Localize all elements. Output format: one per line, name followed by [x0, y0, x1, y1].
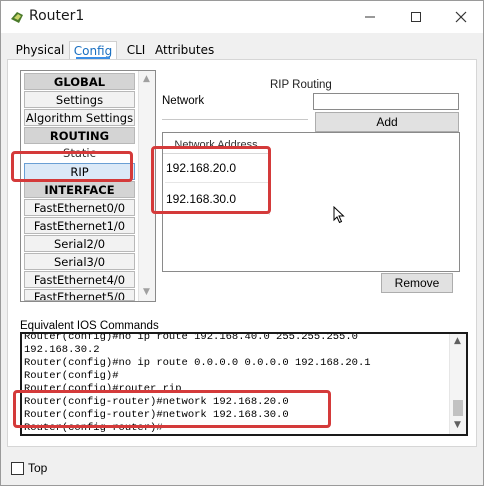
config-nav-list: GLOBAL Settings Algorithm Settings ROUTI… — [20, 70, 156, 302]
ios-commands-label: Equivalent IOS Commands — [20, 320, 159, 332]
mouse-cursor-icon — [333, 206, 345, 224]
network-divider — [162, 119, 308, 120]
scroll-up-icon[interactable]: ▲ — [454, 336, 461, 346]
annotation-highlight-commands — [13, 390, 331, 428]
tab-attributes[interactable]: Attributes — [155, 41, 214, 61]
minimize-icon — [365, 16, 375, 18]
tab-physical[interactable]: Physical — [13, 41, 67, 61]
maximize-icon — [411, 12, 421, 22]
ios-line: Router(config)#no ip route 0.0.0.0 0.0.0… — [24, 357, 371, 369]
config-panel: GLOBAL Settings Algorithm Settings ROUTI… — [7, 59, 477, 447]
scroll-down-icon[interactable]: ▼ — [143, 287, 150, 297]
rip-routing-title: RIP Routing — [270, 79, 332, 91]
nav-item-fastethernet0-0[interactable]: FastEthernet0/0 — [24, 199, 135, 216]
scroll-up-icon[interactable]: ▲ — [143, 74, 150, 84]
remove-button[interactable]: Remove — [381, 273, 453, 293]
scroll-down-icon[interactable]: ▼ — [454, 420, 461, 430]
router-window: Router1 Physical Config CLI Attributes G… — [0, 0, 484, 486]
nav-item-fastethernet4-0[interactable]: FastEthernet4/0 — [24, 271, 135, 288]
nav-header-interface: INTERFACE — [24, 181, 135, 198]
maximize-button[interactable] — [393, 1, 439, 33]
nav-header-global: GLOBAL — [24, 73, 135, 90]
tab-cli[interactable]: CLI — [121, 41, 151, 61]
nav-item-fastethernet1-0[interactable]: FastEthernet1/0 — [24, 217, 135, 234]
minimize-button[interactable] — [347, 1, 393, 33]
scroll-thumb[interactable] — [453, 400, 463, 416]
nav-item-fastethernet5-0[interactable]: FastEthernet5/0 — [24, 289, 135, 301]
top-checkbox-label: Top — [28, 461, 48, 475]
close-button[interactable] — [438, 1, 484, 33]
nav-item-settings[interactable]: Settings — [24, 91, 135, 108]
ios-line: Router(config)#no ip route 192.168.40.0 … — [24, 332, 358, 343]
network-input[interactable] — [313, 93, 459, 110]
nav-item-serial2-0[interactable]: Serial2/0 — [24, 235, 135, 252]
title-bar: Router1 — [1, 1, 483, 33]
router-app-icon — [11, 12, 23, 23]
tab-bar: Physical Config CLI Attributes — [1, 33, 483, 61]
nav-header-routing: ROUTING — [24, 127, 135, 144]
close-icon — [455, 11, 467, 23]
annotation-highlight-rip — [11, 151, 133, 182]
annotation-highlight-networks — [151, 146, 271, 214]
ios-scrollbar[interactable]: ▲ ▼ — [449, 334, 466, 434]
tab-config-label: Config — [73, 44, 113, 58]
network-label: Network — [162, 95, 205, 107]
nav-item-serial3-0[interactable]: Serial3/0 — [24, 253, 135, 270]
ios-line: 192.168.30.2 — [24, 344, 100, 356]
top-checkbox[interactable] — [11, 462, 24, 475]
add-button[interactable]: Add — [315, 112, 459, 132]
window-title: Router1 — [29, 8, 85, 24]
nav-item-algorithm-settings[interactable]: Algorithm Settings — [24, 109, 135, 126]
tab-config[interactable]: Config — [69, 41, 117, 61]
ios-line: Router(config)# — [24, 370, 119, 382]
